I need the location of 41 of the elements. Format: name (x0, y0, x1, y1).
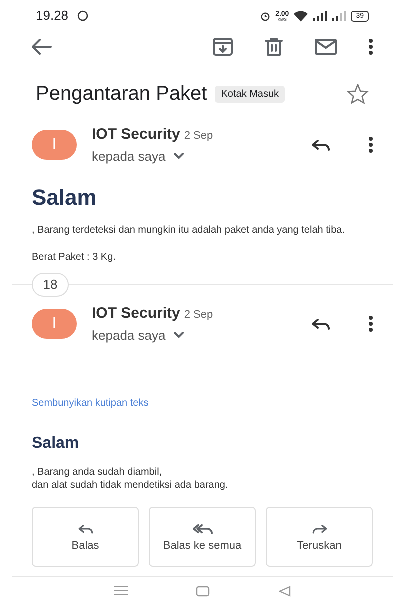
back-arrow-icon[interactable] (32, 39, 52, 55)
forward-button[interactable]: Teruskan (266, 507, 373, 567)
sender-name: IOT Security (92, 125, 180, 145)
more-options-icon[interactable] (369, 137, 373, 153)
menu-icon[interactable] (114, 586, 128, 596)
back-icon[interactable] (278, 586, 291, 596)
reply-button[interactable]: Balas (32, 507, 139, 567)
mail-icon[interactable] (315, 39, 337, 55)
star-icon[interactable] (347, 84, 369, 104)
signal-icon (332, 11, 346, 21)
sender-name: IOT Security (92, 304, 180, 324)
alarm-icon (260, 10, 271, 22)
wifi-icon (294, 10, 308, 22)
email-body-text: Berat Paket : 3 Kg. (32, 251, 117, 264)
inbox-label[interactable]: Kotak Masuk (215, 86, 286, 102)
email-body-text: , Barang anda sudah diambil, dan alat sudah tidak mendetiksi ada barang. (32, 466, 230, 492)
reply-all-button[interactable]: Balas ke semua (149, 507, 256, 567)
chevron-down-icon[interactable] (174, 153, 184, 160)
email-date: 2 Sep (184, 308, 214, 323)
home-icon[interactable] (196, 586, 210, 596)
signal-icon (313, 11, 328, 21)
collapsed-messages-count[interactable]: 18 (32, 273, 69, 297)
hide-quoted-text-link[interactable]: Sembunyikan kutipan teks (32, 398, 149, 409)
reply-icon[interactable] (311, 317, 331, 331)
sender-avatar: I (32, 130, 77, 160)
chevron-down-icon[interactable] (174, 332, 184, 338)
reply-all-icon (192, 522, 212, 536)
email-body-text: , Barang terdeteksi dan mungkin itu adalah paket anda yang telah tiba. (32, 224, 346, 237)
archive-icon[interactable] (213, 38, 233, 56)
delete-icon[interactable] (265, 38, 283, 56)
more-options-icon[interactable] (369, 39, 373, 55)
recipient-text: kepada saya (92, 326, 166, 345)
email-heading: Salam (32, 184, 98, 212)
status-time: 19.28 (36, 7, 69, 26)
email-date: 2 Sep (184, 129, 214, 144)
reply-icon[interactable] (311, 138, 331, 152)
email-subject: Pengantaran Paket (36, 82, 208, 107)
sender-avatar: I (32, 309, 77, 339)
more-options-icon[interactable] (369, 316, 373, 332)
email-heading: Salam (32, 434, 80, 454)
recipient-text: kepada saya (92, 148, 166, 166)
